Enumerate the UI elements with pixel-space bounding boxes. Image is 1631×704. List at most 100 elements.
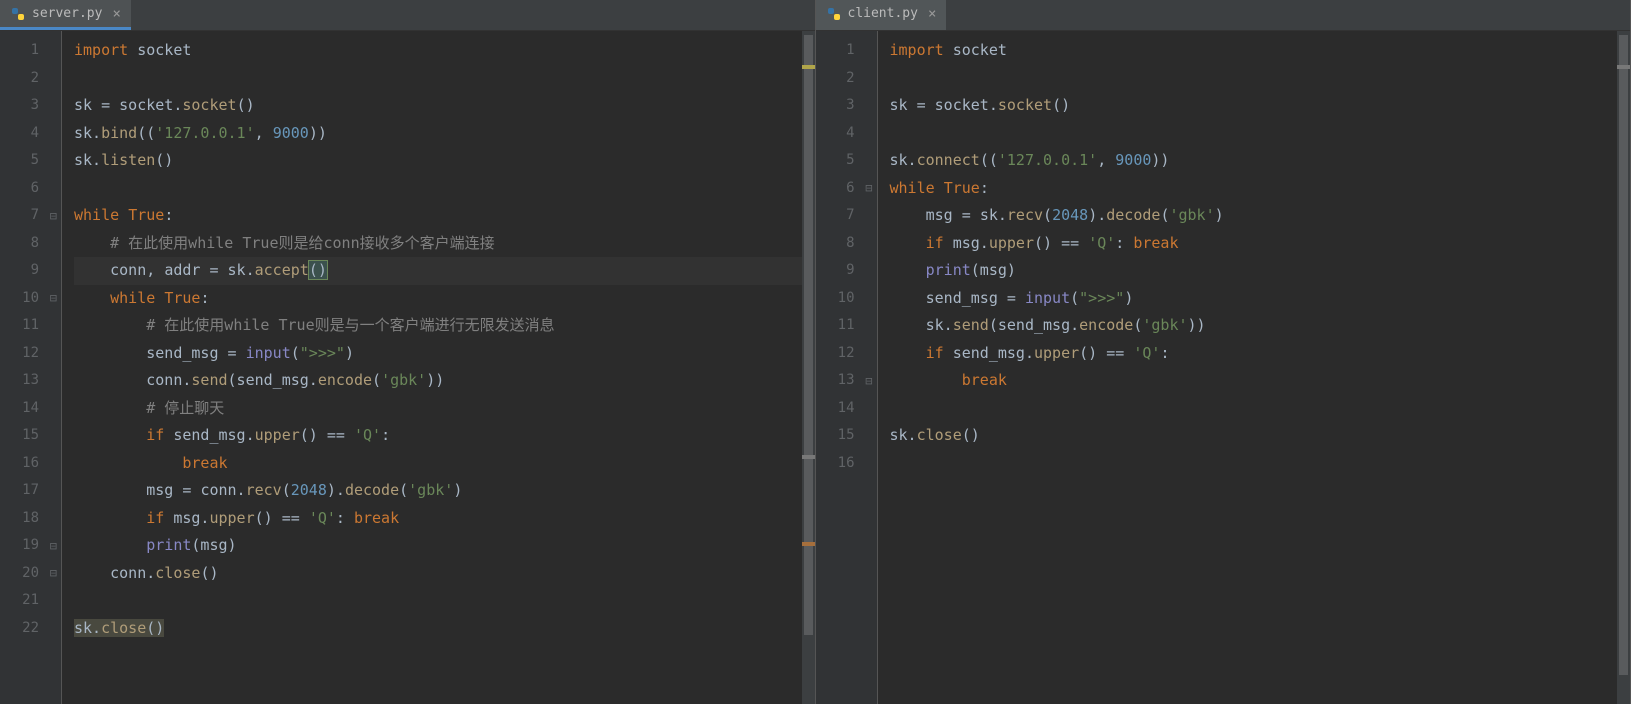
code-line[interactable]: conn.send(send_msg.encode('gbk')) [74,367,815,395]
code-line[interactable]: msg = sk.recv(2048).decode('gbk') [890,202,1631,230]
code-line[interactable]: if msg.upper() == 'Q': break [890,230,1631,258]
code-line[interactable]: break [74,450,815,478]
code-line[interactable]: import socket [74,37,815,65]
line-number: 10⊟ [0,285,61,313]
scrollbar-mark[interactable] [802,65,815,69]
line-number: 7⊟ [0,202,61,230]
line-number: 11 [816,312,877,340]
code-line[interactable]: if send_msg.upper() == 'Q': [74,422,815,450]
code-line[interactable]: sk.bind(('127.0.0.1', 9000)) [74,120,815,148]
code-line[interactable] [890,395,1631,423]
fold-toggle-icon[interactable]: ⊟ [50,540,57,552]
code-line[interactable]: if msg.upper() == 'Q': break [74,505,815,533]
code-line[interactable]: sk.connect(('127.0.0.1', 9000)) [890,147,1631,175]
fold-toggle-icon[interactable]: ⊟ [50,567,57,579]
code-right[interactable]: import socket sk = socket.socket() sk.conn… [878,31,1631,704]
line-number: 11 [0,312,61,340]
line-number: 15 [0,422,61,450]
line-number: 19⊟ [0,532,61,560]
code-line[interactable]: sk = socket.socket() [74,92,815,120]
scrollbar-mark[interactable] [1617,65,1630,69]
line-number: 20⊟ [0,560,61,588]
line-number: 7 [816,202,877,230]
line-number: 5 [0,147,61,175]
code-line[interactable] [74,587,815,615]
line-number: 2 [816,65,877,93]
code-line[interactable]: sk.listen() [74,147,815,175]
code-line[interactable]: conn.close() [74,560,815,588]
tab-label: client.py [848,6,918,21]
editor-left[interactable]: 1234567⊟8910⊟111213141516171819⊟20⊟2122 … [0,31,815,704]
line-number: 3 [0,92,61,120]
code-line[interactable]: send_msg = input(">>>") [74,340,815,368]
gutter-left: 1234567⊟8910⊟111213141516171819⊟20⊟2122 [0,31,62,704]
code-line[interactable]: sk.close() [74,615,815,643]
code-line[interactable]: print(msg) [74,532,815,560]
code-line[interactable]: while True: [890,175,1631,203]
code-line[interactable] [74,175,815,203]
line-number: 6 [0,175,61,203]
editor-right[interactable]: 123456⊟78910111213⊟141516 import sockets… [816,31,1631,704]
code-line[interactable]: send_msg = input(">>>") [890,285,1631,313]
code-line[interactable] [74,65,815,93]
line-number: 6⊟ [816,175,877,203]
scrollbar-left[interactable] [802,31,815,704]
line-number: 5 [816,147,877,175]
code-line[interactable]: print(msg) [890,257,1631,285]
line-number: 12 [816,340,877,368]
code-line[interactable]: if send_msg.upper() == 'Q': [890,340,1631,368]
line-number: 16 [0,450,61,478]
fold-toggle-icon[interactable]: ⊟ [50,292,57,304]
line-number: 18 [0,505,61,533]
code-line[interactable] [890,65,1631,93]
code-left[interactable]: import socket sk = socket.socket()sk.bind… [62,31,815,704]
code-line[interactable] [890,120,1631,148]
line-number: 3 [816,92,877,120]
code-line[interactable]: sk.send(send_msg.encode('gbk')) [890,312,1631,340]
code-line[interactable] [890,450,1631,478]
tab-bar-right: client.py × [816,0,1631,31]
line-number: 12 [0,340,61,368]
python-file-icon [10,6,26,22]
code-line[interactable]: # 停止聊天 [74,395,815,423]
code-line[interactable]: sk = socket.socket() [890,92,1631,120]
line-number: 10 [816,285,877,313]
editor-pane-left: server.py × 1234567⊟8910⊟111213141516171… [0,0,816,704]
scrollbar-mark[interactable] [802,455,815,459]
code-line[interactable]: # 在此使用while True则是与一个客户端进行无限发送消息 [74,312,815,340]
editor-pane-right: client.py × 123456⊟78910111213⊟141516 im… [816,0,1631,704]
tab-server-py[interactable]: server.py × [0,0,131,30]
line-number: 1 [816,37,877,65]
line-number: 13⊟ [816,367,877,395]
close-icon[interactable]: × [112,7,120,21]
code-line[interactable]: while True: [74,285,815,313]
tab-bar-left: server.py × [0,0,815,31]
fold-toggle-icon[interactable]: ⊟ [865,375,872,387]
tab-label: server.py [32,6,102,21]
code-line[interactable]: break [890,367,1631,395]
close-icon[interactable]: × [928,7,936,21]
line-number: 8 [816,230,877,258]
line-number: 9 [0,257,61,285]
scrollbar-right[interactable] [1617,31,1630,704]
fold-toggle-icon[interactable]: ⊟ [865,182,872,194]
code-line[interactable]: while True: [74,202,815,230]
line-number: 13 [0,367,61,395]
line-number: 17 [0,477,61,505]
code-line[interactable]: msg = conn.recv(2048).decode('gbk') [74,477,815,505]
line-number: 8 [0,230,61,258]
line-number: 9 [816,257,877,285]
scrollbar-thumb[interactable] [1619,35,1628,675]
tab-client-py[interactable]: client.py × [816,0,947,30]
line-number: 14 [0,395,61,423]
line-number: 15 [816,422,877,450]
code-line[interactable]: sk.close() [890,422,1631,450]
line-number: 2 [0,65,61,93]
code-line[interactable]: # 在此使用while True则是给conn接收多个客户端连接 [74,230,815,258]
code-line[interactable]: conn, addr = sk.accept() [74,257,815,285]
code-line[interactable]: import socket [890,37,1631,65]
line-number: 16 [816,450,877,478]
scrollbar-mark[interactable] [802,542,815,546]
fold-toggle-icon[interactable]: ⊟ [50,210,57,222]
line-number: 22 [0,615,61,643]
